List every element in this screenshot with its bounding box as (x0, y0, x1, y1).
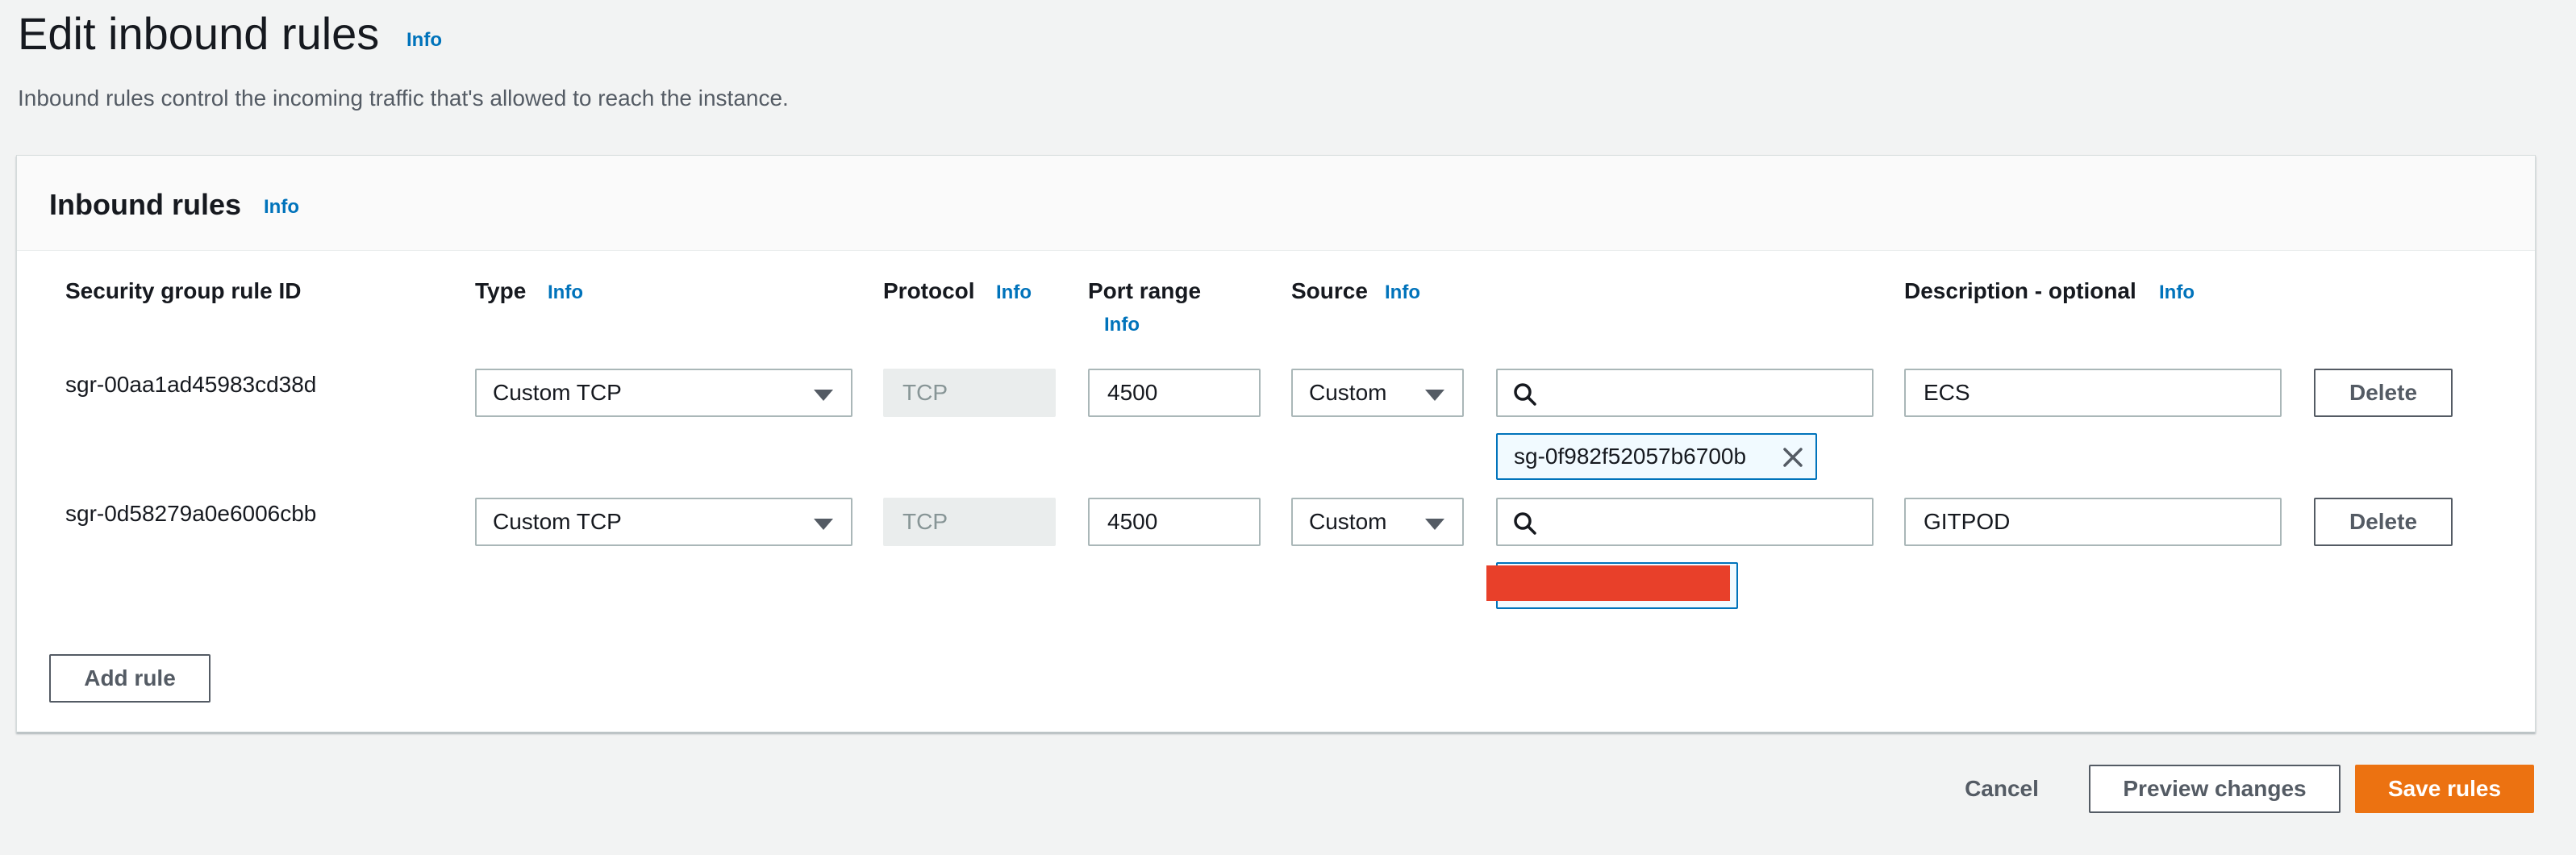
description-input[interactable]: GITPOD (1904, 498, 2282, 546)
caret-down-icon (1425, 390, 1444, 401)
protocol-field: TCP (883, 369, 1056, 417)
cancel-button[interactable]: Cancel (1944, 765, 2060, 813)
page-title-info-link[interactable]: Info (406, 29, 442, 52)
port-range-input[interactable]: 4500 (1088, 498, 1261, 546)
column-header-source: Source (1291, 278, 1368, 303)
column-header-type: Type (475, 278, 527, 303)
panel-header: Inbound rules Info (17, 156, 2535, 251)
close-icon[interactable] (1780, 444, 1806, 470)
description-input[interactable]: ECS (1904, 369, 2282, 417)
type-select[interactable]: Custom TCP (475, 369, 852, 417)
column-header-port-range: Port range (1088, 278, 1202, 303)
column-header-rule-id: Security group rule ID (65, 278, 302, 303)
page-title: Edit inbound rules (18, 8, 380, 59)
column-header-description-info-link[interactable]: Info (2159, 282, 2195, 304)
column-header-type-info-link[interactable]: Info (548, 282, 583, 304)
delete-button[interactable]: Delete (2314, 369, 2453, 417)
search-icon (1514, 512, 1536, 535)
source-select-value: Custom (1309, 509, 1387, 534)
source-token-label: sg-0f982f52057b6700b (1514, 444, 1747, 469)
search-icon (1514, 383, 1536, 406)
source-select[interactable]: Custom (1291, 369, 1464, 417)
source-select[interactable]: Custom (1291, 498, 1464, 546)
panel-title-info-link[interactable]: Info (264, 196, 299, 219)
delete-button[interactable]: Delete (2314, 498, 2453, 546)
redaction-block (1486, 565, 1730, 601)
inbound-rules-panel: Inbound rules Info Security group rule I… (16, 155, 2536, 732)
protocol-field: TCP (883, 498, 1056, 546)
caret-down-icon (1425, 519, 1444, 530)
panel-title: Inbound rules (49, 188, 241, 221)
preview-changes-button[interactable]: Preview changes (2089, 765, 2340, 813)
type-select[interactable]: Custom TCP (475, 498, 852, 546)
add-rule-button[interactable]: Add rule (49, 654, 210, 703)
source-search-input[interactable] (1496, 369, 1874, 417)
source-search-input[interactable] (1496, 498, 1874, 546)
source-token: sg-0f982f52057b6700b (1496, 433, 1817, 480)
rule-id: sgr-00aa1ad45983cd38d (65, 372, 317, 397)
column-header-port-range-info-link[interactable]: Info (1104, 314, 1140, 336)
type-select-value: Custom TCP (493, 380, 622, 405)
save-rules-button[interactable]: Save rules (2355, 765, 2534, 813)
column-header-protocol-info-link[interactable]: Info (996, 282, 1032, 304)
source-select-value: Custom (1309, 380, 1387, 405)
column-header-source-info-link[interactable]: Info (1385, 282, 1420, 304)
page-description: Inbound rules control the incoming traff… (18, 86, 789, 111)
rule-id: sgr-0d58279a0e6006cbb (65, 501, 317, 526)
port-range-input[interactable]: 4500 (1088, 369, 1261, 417)
type-select-value: Custom TCP (493, 509, 622, 534)
caret-down-icon (814, 519, 833, 530)
column-header-protocol: Protocol (883, 278, 975, 303)
caret-down-icon (814, 390, 833, 401)
column-header-description: Description - optional (1904, 278, 2136, 303)
